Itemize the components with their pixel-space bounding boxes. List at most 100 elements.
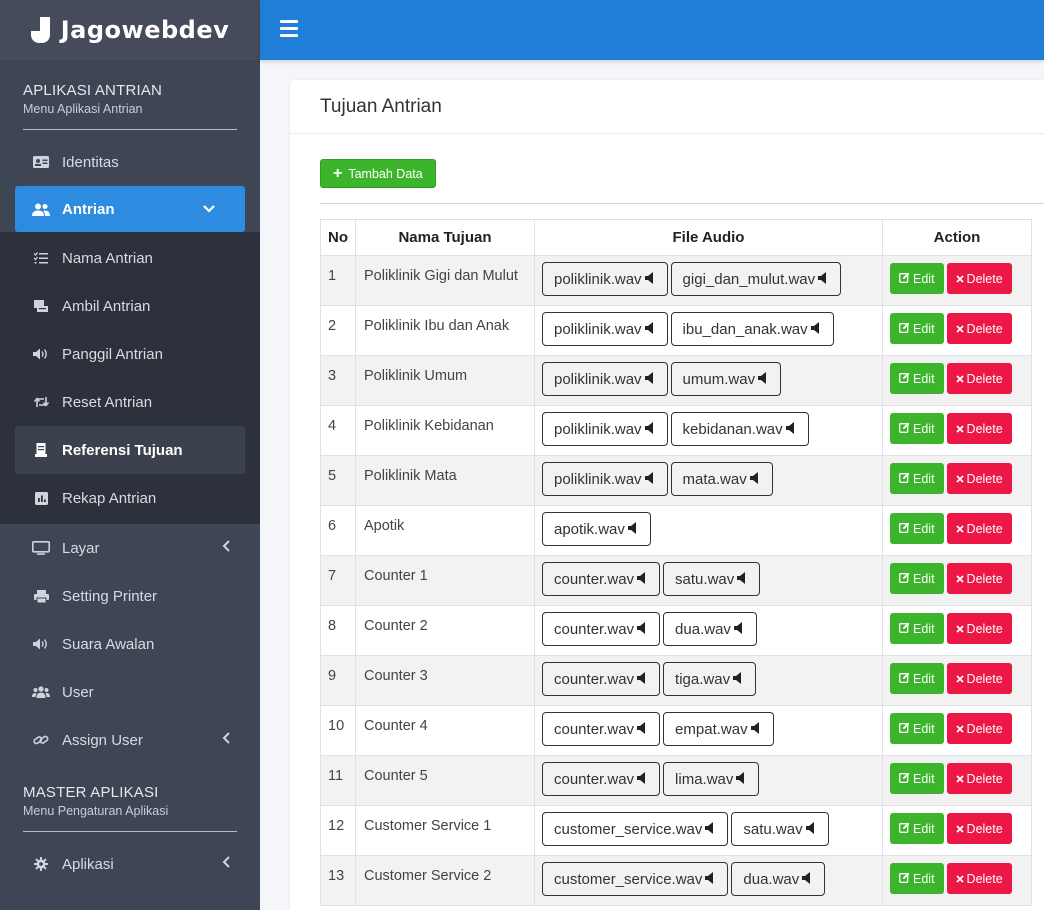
audio-play-button[interactable]: poliklinik.wav [542, 412, 668, 446]
audio-file-name: apotik.wav [554, 520, 625, 538]
delete-button[interactable]: Delete [946, 513, 1012, 544]
brand-logo-icon [30, 15, 53, 45]
audio-play-button[interactable]: empat.wav [663, 712, 774, 746]
brand[interactable]: Jagowebdev [0, 0, 260, 60]
audio-play-button[interactable]: satu.wav [731, 812, 829, 846]
audio-play-button[interactable]: dua.wav [731, 862, 826, 896]
edit-icon [899, 772, 910, 786]
sidebar: Jagowebdev APLIKASI ANTRIAN Menu Aplikas… [0, 0, 260, 910]
audio-play-button[interactable]: counter.wav [542, 712, 661, 746]
delete-button[interactable]: Delete [946, 813, 1012, 844]
audio-play-button[interactable]: poliklinik.wav [542, 312, 668, 346]
audio-play-button[interactable]: dua.wav [663, 612, 757, 646]
add-data-button[interactable]: + Tambah Data [320, 159, 436, 188]
audio-play-button[interactable]: counter.wav [542, 662, 661, 696]
delete-label: Delete [966, 771, 1003, 786]
audio-play-button[interactable]: ibu_dan_anak.wav [670, 312, 834, 346]
cell-nama-tujuan: Poliklinik Kebidanan [355, 405, 535, 456]
audio-play-button[interactable]: poliklinik.wav [542, 362, 668, 396]
edit-button[interactable]: Edit [890, 613, 944, 644]
cell-action: Edit Delete [882, 805, 1032, 856]
cell-action: Edit Delete [882, 255, 1032, 306]
audio-file-name: customer_service.wav [554, 820, 703, 838]
delete-button[interactable]: Delete [946, 263, 1012, 294]
audio-play-button[interactable]: counter.wav [542, 762, 661, 796]
audio-play-button[interactable]: lima.wav [663, 762, 760, 796]
audio-play-button[interactable]: mata.wav [670, 462, 773, 496]
sidebar-item-ambil-antrian[interactable]: Ambil Antrian [0, 282, 260, 330]
table-row: 11 Counter 5 counter.wav lima.wav Edit De… [320, 755, 1032, 806]
sidebar-item-antrian[interactable]: Antrian [15, 186, 245, 232]
close-icon [955, 322, 964, 336]
audio-play-button[interactable]: umum.wav [670, 362, 782, 396]
delete-button[interactable]: Delete [946, 563, 1012, 594]
edit-button[interactable]: Edit [890, 413, 944, 444]
sidebar-item-aplikasi[interactable]: Aplikasi [0, 840, 260, 888]
audio-play-button[interactable]: counter.wav [542, 562, 661, 596]
audio-play-button[interactable]: poliklinik.wav [542, 462, 668, 496]
audio-file-name: dua.wav [743, 870, 800, 888]
sidebar-item-referensi-tujuan[interactable]: Referensi Tujuan [15, 426, 245, 474]
audio-play-button[interactable]: kebidanan.wav [670, 412, 809, 446]
sidebar-item-suara-awalan[interactable]: Suara Awalan [0, 620, 260, 668]
close-icon [955, 822, 964, 836]
speaker-icon [644, 471, 656, 487]
speaker-icon [705, 821, 716, 837]
edit-button[interactable]: Edit [890, 563, 944, 594]
delete-button[interactable]: Delete [946, 663, 1012, 694]
speaker-icon [758, 371, 769, 387]
edit-label: Edit [913, 271, 935, 286]
delete-button[interactable]: Delete [946, 713, 1012, 744]
sidebar-item-panggil-antrian[interactable]: Panggil Antrian [0, 330, 260, 378]
audio-play-button[interactable]: apotik.wav [542, 512, 651, 546]
audio-file-name: lima.wav [675, 770, 734, 788]
edit-button[interactable]: Edit [890, 663, 944, 694]
sidebar-item-identitas[interactable]: Identitas [0, 138, 260, 186]
cell-file-audio: poliklinik.wav kebidanan.wav [534, 405, 883, 456]
sidebar-item-setting-printer[interactable]: Setting Printer [0, 572, 260, 620]
delete-button[interactable]: Delete [946, 863, 1012, 894]
hamburger-menu-icon[interactable] [280, 20, 298, 37]
sidebar-item-layar[interactable]: Layar [0, 524, 260, 572]
edit-label: Edit [913, 871, 935, 886]
audio-play-button[interactable]: poliklinik.wav [542, 262, 668, 296]
cell-no: 9 [320, 655, 356, 706]
audio-file-name: umum.wav [682, 370, 756, 388]
edit-button[interactable]: Edit [890, 763, 944, 794]
cell-file-audio: counter.wav satu.wav [534, 555, 883, 606]
audio-play-button[interactable]: counter.wav [542, 612, 661, 646]
speaker-icon [637, 671, 648, 687]
sidebar-item-rekap-antrian[interactable]: Rekap Antrian [0, 474, 260, 522]
antrian-submenu: Nama Antrian Ambil Antrian Panggil Antri… [0, 232, 260, 524]
audio-play-button[interactable]: customer_service.wav [542, 812, 729, 846]
edit-button[interactable]: Edit [890, 513, 944, 544]
delete-button[interactable]: Delete [946, 313, 1012, 344]
cell-nama-tujuan: Counter 5 [355, 755, 535, 806]
sidebar-item-user[interactable]: User [0, 668, 260, 716]
cell-action: Edit Delete [882, 555, 1032, 606]
sidebar-item-nama-antrian[interactable]: Nama Antrian [0, 234, 260, 282]
delete-button[interactable]: Delete [946, 763, 1012, 794]
delete-button[interactable]: Delete [946, 413, 1012, 444]
table-row: 8 Counter 2 counter.wav dua.wav Edit Dele… [320, 605, 1032, 656]
sidebar-item-assign-user[interactable]: Assign User [0, 716, 260, 764]
audio-play-button[interactable]: tiga.wav [663, 662, 757, 696]
table-row: 12 Customer Service 1 customer_service.w… [320, 805, 1032, 856]
audio-play-button[interactable]: gigi_dan_mulut.wav [670, 262, 842, 296]
edit-button[interactable]: Edit [890, 463, 944, 494]
edit-button[interactable]: Edit [890, 863, 944, 894]
audio-play-button[interactable]: satu.wav [663, 562, 761, 596]
delete-button[interactable]: Delete [946, 363, 1012, 394]
edit-button[interactable]: Edit [890, 263, 944, 294]
delete-button[interactable]: Delete [946, 463, 1012, 494]
edit-icon [899, 872, 910, 886]
edit-button[interactable]: Edit [890, 813, 944, 844]
sidebar-item-label: Setting Printer [62, 587, 158, 605]
edit-button[interactable]: Edit [890, 363, 944, 394]
audio-play-button[interactable]: customer_service.wav [542, 862, 729, 896]
edit-button[interactable]: Edit [890, 313, 944, 344]
sidebar-item-reset-antrian[interactable]: Reset Antrian [0, 378, 260, 426]
chevron-left-icon [222, 539, 230, 557]
edit-button[interactable]: Edit [890, 713, 944, 744]
delete-button[interactable]: Delete [946, 613, 1012, 644]
